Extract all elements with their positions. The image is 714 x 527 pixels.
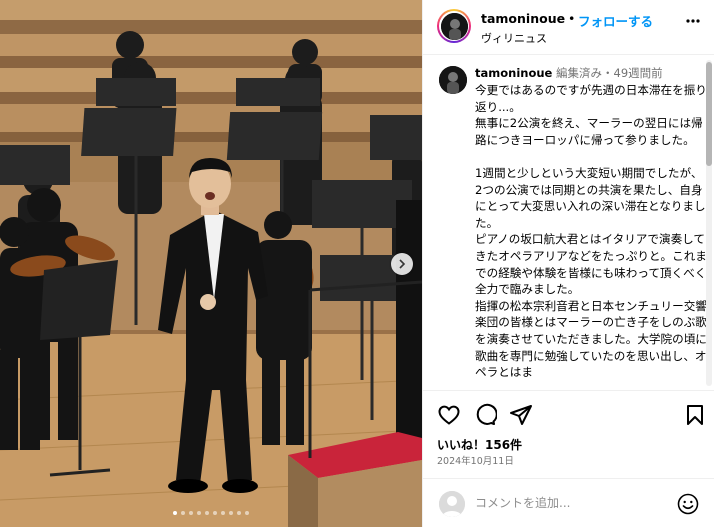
carousel-dot[interactable]	[205, 511, 209, 515]
separator-dot: •	[568, 11, 576, 26]
action-bar: いいね！156件 2024年10月11日	[423, 390, 714, 476]
chevron-right-icon	[399, 259, 406, 269]
carousel-dot[interactable]	[213, 511, 217, 515]
like-button[interactable]	[437, 403, 461, 427]
caption-avatar[interactable]	[439, 66, 467, 94]
more-horizontal-icon	[686, 19, 700, 23]
concert-photo	[0, 0, 422, 527]
more-options-button[interactable]	[685, 13, 701, 33]
carousel-dot[interactable]	[229, 511, 233, 515]
carousel-dots	[0, 509, 422, 517]
caption-edited-time: 編集済み・49週間前	[556, 66, 663, 80]
post-date: 2024年10月11日	[437, 456, 514, 467]
follow-button[interactable]: フォローする	[578, 11, 653, 30]
header-username[interactable]: tamoninoue	[481, 11, 565, 26]
emoji-icon	[677, 493, 699, 515]
next-photo-button[interactable]	[391, 253, 413, 275]
comment-input[interactable]	[475, 492, 665, 514]
carousel-dot[interactable]	[181, 511, 185, 515]
caption-section: tamoninoue 編集済み・49週間前 今更ではあるのですが先週の日本滞在を…	[423, 56, 714, 390]
carousel-dot[interactable]	[221, 511, 225, 515]
carousel-dot[interactable]	[173, 511, 177, 515]
post-panel: tamoninoue • フォローする ヴィリニュス tamoninoue 編集…	[422, 0, 714, 527]
bookmark-icon	[687, 405, 703, 425]
avatar[interactable]	[437, 9, 471, 43]
carousel-dot[interactable]	[197, 511, 201, 515]
comment-bar	[423, 478, 714, 527]
avatar	[439, 491, 465, 517]
caption-text: 今更ではあるのですが先週の日本滞在を振り返り...。 無事に2公演を終え、マーラ…	[475, 83, 707, 380]
carousel-dot[interactable]	[245, 511, 249, 515]
location-link[interactable]: ヴィリニュス	[481, 30, 547, 46]
carousel-dot[interactable]	[237, 511, 241, 515]
share-button[interactable]	[509, 403, 533, 427]
default-avatar-icon	[439, 491, 465, 517]
post-photo	[0, 0, 422, 527]
post-header: tamoninoue • フォローする ヴィリニュス	[423, 0, 714, 55]
caption-scrollbar[interactable]	[706, 60, 712, 386]
caption-username[interactable]: tamoninoue	[475, 66, 552, 80]
carousel-dot[interactable]	[189, 511, 193, 515]
caption-meta-line: tamoninoue 編集済み・49週間前	[475, 65, 663, 81]
save-button[interactable]	[683, 403, 707, 427]
profile-picture	[440, 12, 468, 40]
comment-icon	[476, 403, 498, 425]
emoji-button[interactable]	[676, 492, 700, 516]
profile-picture	[439, 66, 467, 94]
comment-button[interactable]	[473, 403, 498, 427]
likes-count[interactable]: いいね！156件	[437, 436, 522, 453]
heart-icon	[438, 405, 460, 425]
share-icon	[510, 405, 532, 425]
